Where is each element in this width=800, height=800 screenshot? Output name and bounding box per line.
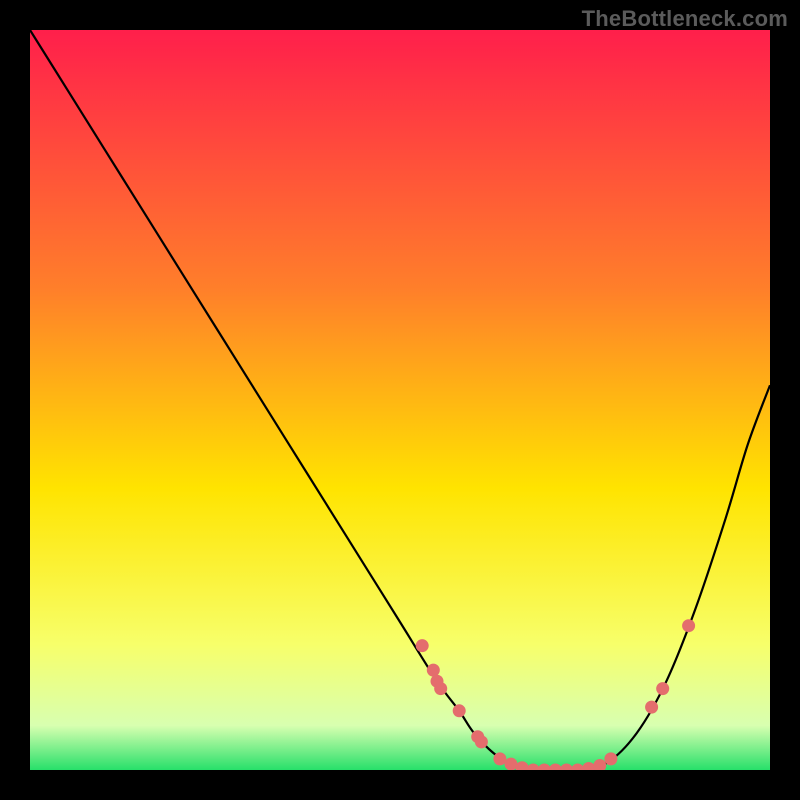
data-point [475,735,488,748]
bottleneck-chart [30,30,770,770]
data-point [453,704,466,717]
gradient-background [30,30,770,770]
data-point [682,619,695,632]
plot-area [30,30,770,770]
data-point [416,639,429,652]
data-point [505,758,518,770]
data-point [645,701,658,714]
data-point [604,752,617,765]
data-point [493,752,506,765]
data-point [656,682,669,695]
data-point [427,664,440,677]
watermark-text: TheBottleneck.com [582,6,788,32]
data-point [434,682,447,695]
chart-frame: TheBottleneck.com [0,0,800,800]
